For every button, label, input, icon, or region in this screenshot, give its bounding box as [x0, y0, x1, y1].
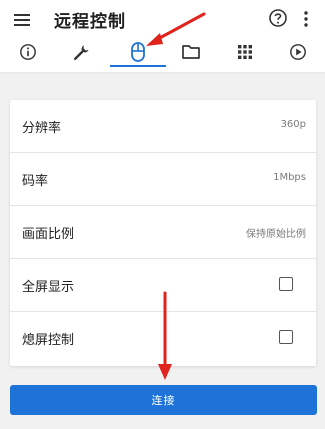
more-vert-icon[interactable]	[301, 9, 311, 29]
resolution-value: 360p	[280, 119, 306, 130]
menu-icon[interactable]	[12, 10, 32, 30]
bitrate-value: 1Mbps	[273, 172, 306, 183]
tab-files[interactable]	[171, 38, 211, 66]
screen-off-checkbox[interactable]	[279, 330, 293, 344]
play-circle-icon	[290, 44, 306, 60]
mouse-icon	[131, 42, 145, 62]
bitrate-label: 码率	[22, 174, 49, 189]
resolution-label: 分辨率	[22, 121, 62, 136]
top-app-bar: 远程控制	[0, 0, 325, 72]
fullscreen-label: 全屏显示	[22, 280, 75, 295]
aspect-ratio-value: 保持原始比例	[246, 229, 306, 240]
bitrate-row[interactable]: 码率 1Mbps	[10, 153, 316, 206]
aspect-ratio-label: 画面比例	[22, 227, 75, 242]
help-circle-icon[interactable]	[268, 8, 288, 28]
connect-button[interactable]: 连接	[10, 385, 317, 415]
tab-mouse[interactable]	[118, 38, 158, 66]
wrench-icon	[74, 45, 89, 60]
tab-play[interactable]	[278, 38, 318, 66]
grid-icon	[238, 45, 252, 59]
folder-icon	[182, 45, 200, 59]
resolution-row[interactable]: 分辨率 360p	[10, 100, 316, 153]
fullscreen-checkbox[interactable]	[279, 277, 293, 291]
tab-tools[interactable]	[62, 38, 102, 66]
screen-off-label: 熄屏控制	[22, 333, 75, 348]
info-icon	[20, 44, 36, 60]
tab-info[interactable]	[8, 38, 48, 66]
tab-apps[interactable]	[225, 38, 265, 66]
aspect-ratio-row[interactable]: 画面比例 保持原始比例	[10, 206, 316, 259]
active-tab-indicator	[110, 65, 166, 67]
fullscreen-row[interactable]: 全屏显示	[10, 259, 316, 312]
settings-card: 分辨率 360p 码率 1Mbps 画面比例 保持原始比例 全屏显示 熄屏控制	[10, 100, 316, 366]
page-title: 远程控制	[54, 12, 126, 32]
screen-off-row[interactable]: 熄屏控制	[10, 312, 316, 365]
